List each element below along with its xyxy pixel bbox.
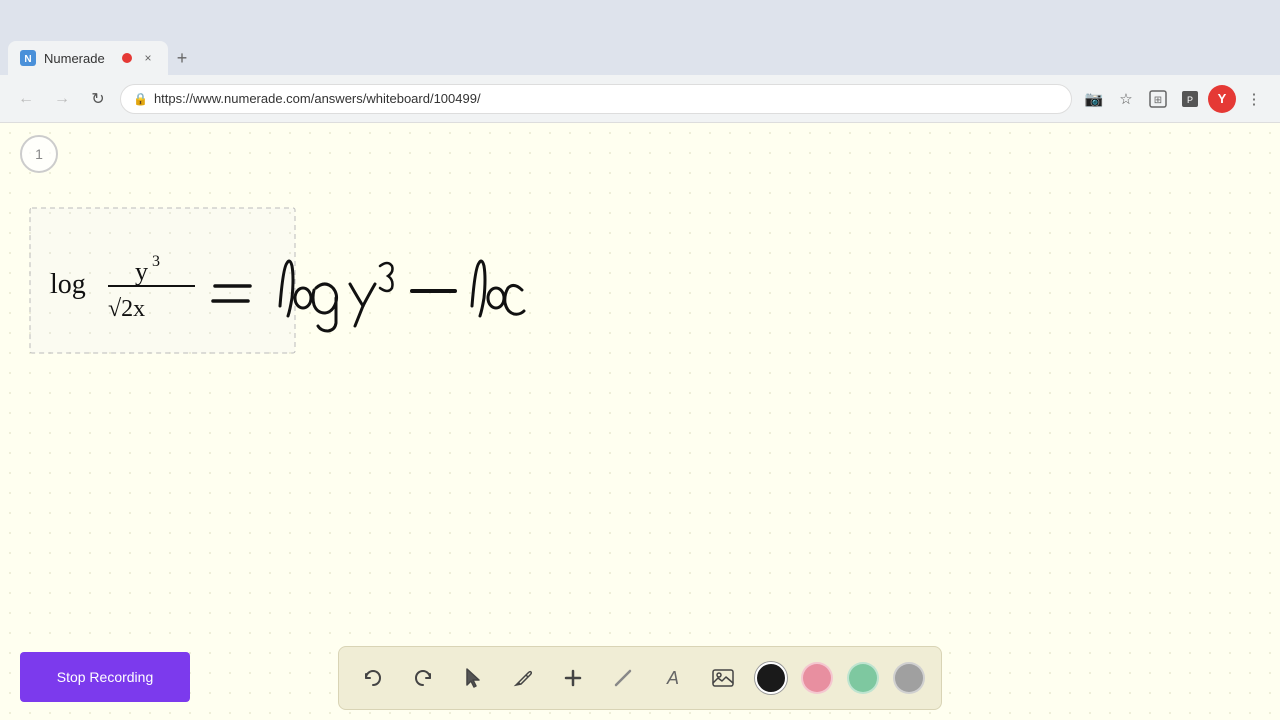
tab-close-button[interactable]: ×: [140, 50, 156, 66]
new-tab-button[interactable]: +: [168, 44, 196, 72]
text-tool-button[interactable]: A: [655, 660, 691, 696]
forward-button[interactable]: →: [48, 85, 76, 113]
svg-text:N: N: [24, 54, 31, 65]
bookmark-button[interactable]: ☆: [1112, 85, 1140, 113]
svg-text:log: log: [50, 269, 86, 300]
back-button[interactable]: ←: [12, 85, 40, 113]
camera-button[interactable]: 📷: [1080, 85, 1108, 113]
reload-button[interactable]: ↻: [84, 85, 112, 113]
title-bar: [0, 0, 1280, 35]
svg-text:A: A: [666, 668, 679, 688]
tab-title: Numerade: [44, 51, 114, 66]
recording-indicator: [122, 53, 132, 63]
svg-text:√2x: √2x: [108, 296, 145, 322]
svg-text:⊞: ⊞: [1154, 95, 1162, 106]
user-avatar[interactable]: Y: [1208, 85, 1236, 113]
active-tab[interactable]: N Numerade ×: [8, 41, 168, 75]
extension1-button[interactable]: ⊞: [1144, 85, 1172, 113]
page-indicator: 1: [20, 135, 58, 173]
svg-text:y: y: [135, 257, 148, 286]
tab-bar: N Numerade × +: [0, 35, 1280, 75]
lock-icon: 🔒: [133, 92, 148, 106]
eraser-button[interactable]: [605, 660, 641, 696]
color-pink[interactable]: [801, 662, 833, 694]
whiteboard: 1 log y 3 √2x: [0, 123, 1280, 720]
redo-button[interactable]: [405, 660, 441, 696]
math-expression: log y 3 √2x: [20, 198, 620, 418]
pen-tool-button[interactable]: [505, 660, 541, 696]
add-button[interactable]: [555, 660, 591, 696]
toolbar: A: [338, 646, 942, 710]
tab-favicon: N: [20, 50, 36, 66]
extension2-button[interactable]: P: [1176, 85, 1204, 113]
color-green[interactable]: [847, 662, 879, 694]
undo-button[interactable]: [355, 660, 391, 696]
color-black[interactable]: [755, 662, 787, 694]
svg-text:P: P: [1187, 95, 1193, 105]
url-text: https://www.numerade.com/answers/whitebo…: [154, 91, 481, 106]
stop-recording-button[interactable]: Stop Recording: [20, 652, 190, 702]
nav-actions: 📷 ☆ ⊞ P Y ⋮: [1080, 85, 1268, 113]
svg-text:3: 3: [152, 253, 160, 270]
address-bar[interactable]: 🔒 https://www.numerade.com/answers/white…: [120, 84, 1072, 114]
image-button[interactable]: [705, 660, 741, 696]
color-gray[interactable]: [893, 662, 925, 694]
menu-button[interactable]: ⋮: [1240, 85, 1268, 113]
nav-bar: ← → ↻ 🔒 https://www.numerade.com/answers…: [0, 75, 1280, 123]
select-tool-button[interactable]: [455, 660, 491, 696]
